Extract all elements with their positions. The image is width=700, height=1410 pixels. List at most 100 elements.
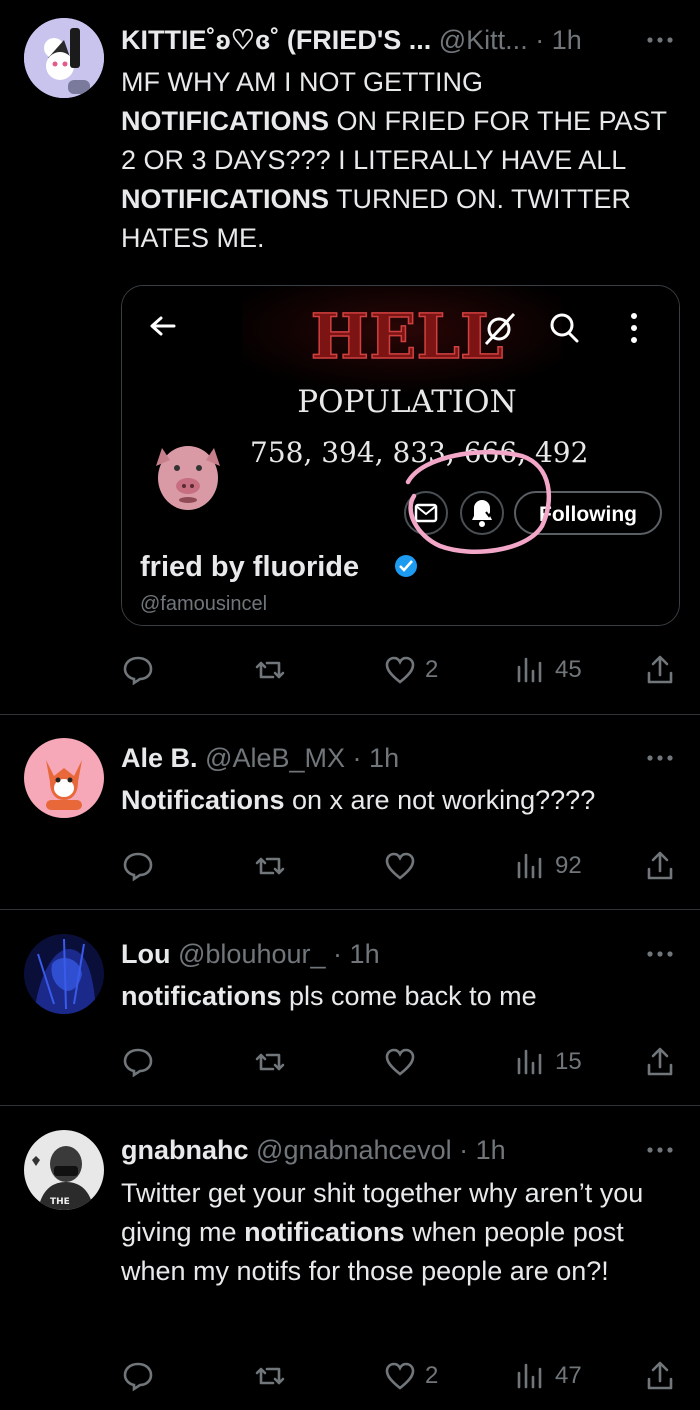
tweet-2[interactable]: Ale B. @AleB_MX · 1h Notifications on x … [0, 715, 700, 909]
timestamp[interactable]: 1h [369, 743, 399, 773]
retweet-icon [255, 1367, 285, 1385]
views-button[interactable]: 47 [513, 1356, 582, 1396]
text-segment: MF WHY AM I NOT GETTING [121, 67, 484, 97]
profile-name: fried by fluoride [140, 551, 359, 583]
banner-subtitle: POPULATION [297, 384, 516, 420]
like-button[interactable]: 2 [383, 650, 438, 690]
views-chart-icon [517, 1363, 542, 1389]
separator-dot: · [352, 743, 362, 773]
views-chart-icon [517, 853, 542, 879]
svg-text:THE: THE [50, 1197, 70, 1207]
heart-icon [385, 656, 415, 684]
like-button[interactable] [383, 846, 425, 886]
more-options-icon[interactable] [642, 743, 678, 773]
share-icon [647, 1361, 673, 1390]
view-count: 45 [555, 656, 582, 683]
tweet-header: Ale B. @AleB_MX · 1h [121, 740, 640, 776]
author-handle[interactable]: @blouhour_ [178, 939, 326, 969]
retweet-button[interactable] [253, 846, 287, 886]
kebab-menu-icon[interactable] [631, 313, 637, 343]
highlight-keyword: NOTIFICATIONS [121, 184, 329, 214]
tweet-header: Lou @blouhour_ · 1h [121, 936, 640, 972]
reply-button[interactable] [121, 1356, 155, 1396]
tweet-text: Twitter get your shit together why aren’… [121, 1174, 681, 1291]
more-options-icon[interactable] [642, 25, 678, 55]
views-button[interactable]: 45 [513, 650, 582, 690]
view-count: 15 [555, 1048, 582, 1075]
share-icon [647, 655, 673, 684]
views-chart-icon [517, 1049, 542, 1075]
share-button[interactable] [643, 1356, 677, 1396]
author-handle[interactable]: @gnabnahcevol [256, 1135, 452, 1165]
author-handle[interactable]: @AleB_MX [205, 743, 345, 773]
profile-handle: @famousincel [140, 593, 267, 615]
reply-icon [123, 656, 153, 686]
reply-button[interactable] [121, 650, 155, 690]
separator-dot: · [459, 1135, 469, 1165]
profile-screenshot: HELL POPULATION 758, 394, 833, 666, 492 [122, 286, 679, 625]
text-segment: pls come back to me [281, 981, 537, 1011]
verified-badge-icon [395, 555, 417, 577]
reply-button[interactable] [121, 846, 155, 886]
views-button[interactable]: 92 [513, 846, 582, 886]
author-handle[interactable]: @Kitt... [439, 25, 528, 55]
author-name[interactable]: KITTIE˚ʚ♡ɞ˚ (FRIED'S ... [121, 25, 431, 55]
attached-image-card[interactable]: HELL POPULATION 758, 394, 833, 666, 492 [121, 285, 680, 626]
more-options-icon[interactable] [642, 939, 678, 969]
separator-dot: · [333, 939, 343, 969]
text-segment: on x are not working???? [284, 785, 596, 815]
retweet-button[interactable] [253, 1042, 287, 1082]
views-button[interactable]: 15 [513, 1042, 582, 1082]
highlight-keyword: Notifications [121, 785, 285, 815]
notification-bell-button[interactable] [460, 491, 504, 535]
reply-button[interactable] [121, 1042, 155, 1082]
avatar[interactable]: THE [24, 1130, 104, 1210]
like-count: 2 [425, 656, 439, 683]
author-name[interactable]: gnabnahc [121, 1135, 249, 1165]
timestamp[interactable]: 1h [350, 939, 380, 969]
banner-title: HELL [310, 300, 503, 373]
avatar-illustration [24, 18, 104, 98]
more-options-icon[interactable] [642, 1135, 678, 1165]
like-button[interactable] [383, 1042, 425, 1082]
highlight-keyword: notifications [121, 981, 282, 1011]
retweet-button[interactable] [253, 650, 287, 690]
like-button[interactable]: 2 [383, 1356, 438, 1396]
share-button[interactable] [643, 846, 677, 886]
avatar[interactable] [24, 934, 104, 1014]
avatar[interactable] [24, 18, 104, 98]
timestamp[interactable]: 1h [476, 1135, 506, 1165]
tweet-actions: 15 [121, 1042, 681, 1082]
like-count: 2 [425, 1362, 439, 1389]
avatar[interactable] [24, 738, 104, 818]
tweet-text: MF WHY AM I NOT GETTING NOTIFICATIONS ON… [121, 63, 681, 258]
tweet-text: notifications pls come back to me [121, 977, 681, 1016]
tweet-1[interactable]: KITTIE˚ʚ♡ɞ˚ (FRIED'S ... @Kitt... · 1h M… [0, 0, 700, 714]
separator-dot: · [535, 25, 545, 55]
tweet-text: Notifications on x are not working???? [121, 781, 681, 820]
share-button[interactable] [643, 1042, 677, 1082]
tweet-4[interactable]: THE gnabnahc @gnabnahcevol · 1h Twitter … [0, 1106, 700, 1410]
retweet-icon [255, 661, 285, 679]
tweet-header: KITTIE˚ʚ♡ɞ˚ (FRIED'S ... @Kitt... · 1h [121, 22, 640, 58]
heart-icon [385, 852, 415, 880]
share-icon [647, 851, 673, 880]
avatar-illustration [24, 738, 104, 818]
retweet-icon [255, 857, 285, 875]
retweet-icon [255, 1053, 285, 1071]
retweet-button[interactable] [253, 1356, 287, 1396]
reply-icon [123, 852, 153, 882]
views-chart-icon [517, 657, 542, 683]
share-button[interactable] [643, 650, 677, 690]
author-name[interactable]: Ale B. [121, 743, 198, 773]
tweet-actions: 2 45 [121, 650, 681, 690]
tweet-3[interactable]: Lou @blouhour_ · 1h notifications pls co… [0, 910, 700, 1105]
author-name[interactable]: Lou [121, 939, 170, 969]
tweet-actions: 2 47 [121, 1356, 681, 1396]
following-button[interactable]: Following [514, 491, 662, 535]
following-button-label: Following [539, 503, 637, 526]
avatar-illustration [24, 934, 104, 1014]
reply-icon [123, 1362, 153, 1392]
timestamp[interactable]: 1h [552, 25, 582, 55]
heart-icon [385, 1362, 415, 1390]
